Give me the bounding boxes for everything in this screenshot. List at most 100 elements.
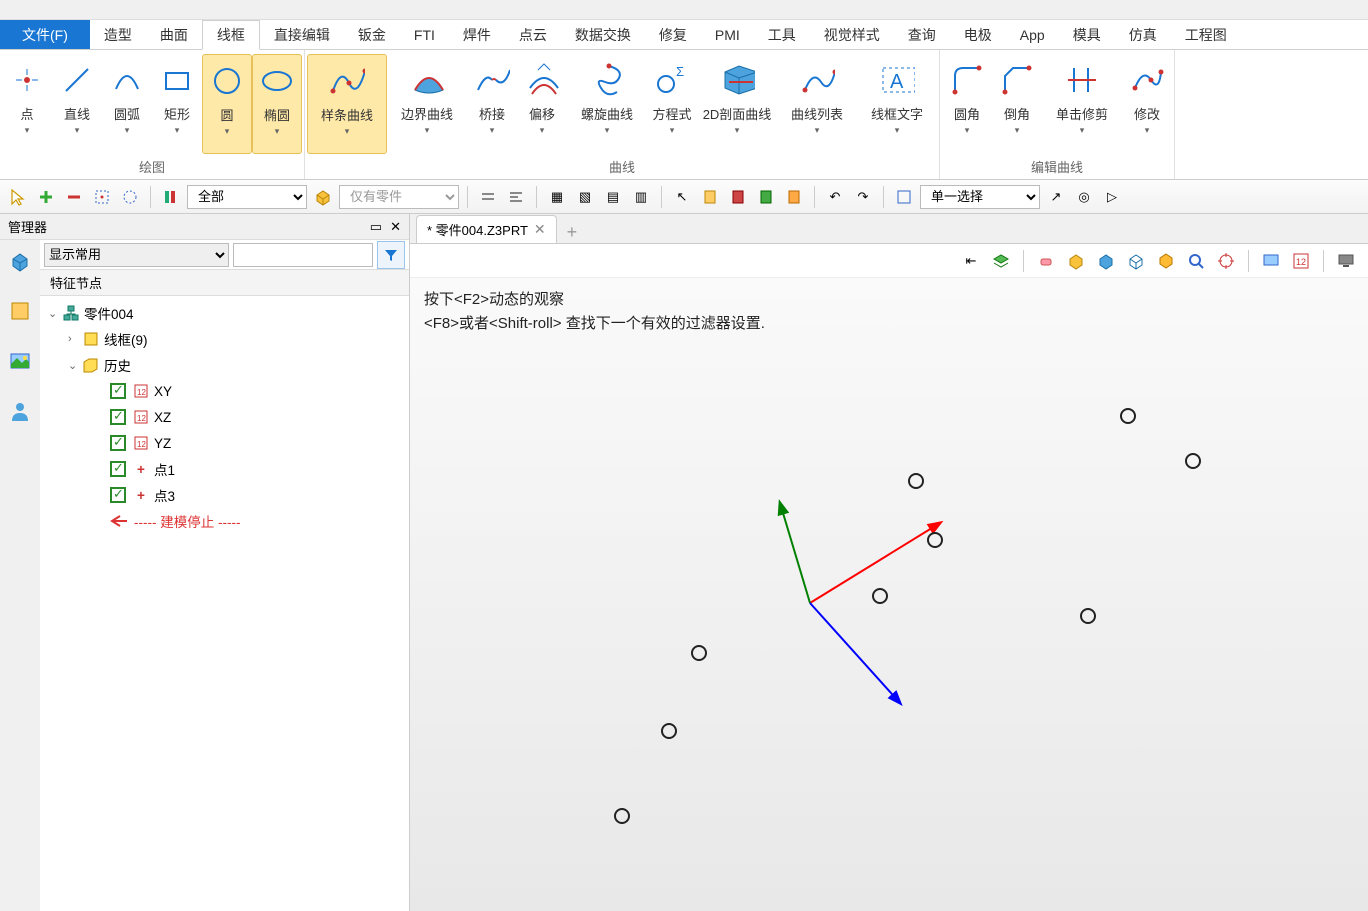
filter-all-select[interactable]: 全部 <box>187 185 307 209</box>
tab-造型[interactable]: 造型 <box>90 20 146 49</box>
minimize-icon[interactable]: ▭ <box>370 219 382 235</box>
vp-monitor[interactable] <box>1334 249 1358 273</box>
vp-screen[interactable] <box>1259 249 1283 273</box>
tree-root[interactable]: ⌄ 零件004 <box>40 300 409 326</box>
add-tool[interactable] <box>34 185 58 209</box>
doc-tab-active[interactable]: * 零件004.Z3PRT ✕ <box>416 215 557 243</box>
vp-target[interactable] <box>1214 249 1238 273</box>
checkbox-icon[interactable] <box>110 461 126 477</box>
ribbon-btn-2D剖面曲线[interactable]: 2D剖面曲线 ▾ <box>697 54 777 154</box>
scene-point-5[interactable] <box>661 723 677 739</box>
scene-point-8[interactable] <box>1080 608 1096 624</box>
doc-tool-3[interactable] <box>754 185 778 209</box>
scene-point-7[interactable] <box>908 473 924 489</box>
tree-plane-XZ[interactable]: 12 XZ <box>40 404 409 430</box>
side-tab-model[interactable] <box>5 246 35 276</box>
ribbon-btn-点[interactable]: 点 ▾ <box>2 54 52 154</box>
tab-电极[interactable]: 电极 <box>950 20 1006 49</box>
ribbon-btn-偏移[interactable]: 偏移 ▾ <box>517 54 567 154</box>
tab-App[interactable]: App <box>1006 20 1059 49</box>
tree-wireframe[interactable]: › 线框(9) <box>40 326 409 352</box>
vp-solid[interactable] <box>1064 249 1088 273</box>
select-mode[interactable]: 单一选择 <box>920 185 1040 209</box>
tree-history[interactable]: ⌄ 历史 <box>40 352 409 378</box>
tab-线框[interactable]: 线框 <box>202 20 260 50</box>
ribbon-btn-圆[interactable]: 圆 ▾ <box>202 54 252 154</box>
ribbon-btn-修改[interactable]: 修改 ▾ <box>1122 54 1172 154</box>
align-tool-2[interactable] <box>504 185 528 209</box>
tab-工具[interactable]: 工具 <box>754 20 810 49</box>
scene-point-4[interactable] <box>691 645 707 661</box>
tab-file[interactable]: 文件(F) <box>0 20 90 49</box>
tree-plane-YZ[interactable]: 12 YZ <box>40 430 409 456</box>
ribbon-btn-圆角[interactable]: 圆角 ▾ <box>942 54 992 154</box>
vp-eraser[interactable] <box>1034 249 1058 273</box>
ribbon-btn-边界曲线[interactable]: 边界曲线 ▾ <box>387 54 467 154</box>
vp-numbered[interactable]: 12 <box>1289 249 1313 273</box>
ribbon-btn-圆弧[interactable]: 圆弧 ▾ <box>102 54 152 154</box>
close-icon[interactable]: ✕ <box>390 219 401 235</box>
tree-plane-XY[interactable]: 12 XY <box>40 378 409 404</box>
ribbon-btn-直线[interactable]: 直线 ▾ <box>52 54 102 154</box>
scene-point-3[interactable] <box>872 588 888 604</box>
tab-工程图[interactable]: 工程图 <box>1171 20 1241 49</box>
ribbon-btn-螺旋曲线[interactable]: 螺旋曲线 ▾ <box>567 54 647 154</box>
scene-point-0[interactable] <box>1120 408 1136 424</box>
scene-point-2[interactable] <box>927 532 943 548</box>
side-tab-sheet[interactable] <box>5 296 35 326</box>
doc-tool-2[interactable] <box>726 185 750 209</box>
pointer-tool[interactable]: ↖ <box>670 185 694 209</box>
misc-tool-4[interactable]: ▥ <box>629 185 653 209</box>
tab-修复[interactable]: 修复 <box>645 20 701 49</box>
tab-直接编辑[interactable]: 直接编辑 <box>260 20 344 49</box>
play-tool[interactable]: ▷ <box>1100 185 1124 209</box>
pick-tool[interactable]: ↗ <box>1044 185 1068 209</box>
display-mode-select[interactable]: 显示常用 <box>44 243 229 267</box>
filter-icon[interactable] <box>377 241 405 269</box>
scene-point-1[interactable] <box>1185 453 1201 469</box>
doc-tool-4[interactable] <box>782 185 806 209</box>
doc-tool-1[interactable] <box>698 185 722 209</box>
ribbon-btn-样条曲线[interactable]: 样条曲线 ▾ <box>307 54 387 154</box>
tab-曲面[interactable]: 曲面 <box>146 20 202 49</box>
tab-PMI[interactable]: PMI <box>701 20 754 49</box>
doc-tab-close[interactable]: ✕ <box>534 221 546 238</box>
vp-hex[interactable] <box>1154 249 1178 273</box>
tab-焊件[interactable]: 焊件 <box>449 20 505 49</box>
rect-select[interactable] <box>892 185 916 209</box>
history-fwd[interactable]: ↷ <box>851 185 875 209</box>
misc-tool-3[interactable]: ▤ <box>601 185 625 209</box>
history-back[interactable]: ↶ <box>823 185 847 209</box>
vp-layers[interactable] <box>989 249 1013 273</box>
ribbon-btn-倒角[interactable]: 倒角 ▾ <box>992 54 1042 154</box>
ribbon-btn-曲线列表[interactable]: 曲线列表 ▾ <box>777 54 857 154</box>
tree-search[interactable] <box>233 243 373 267</box>
cursor-tool[interactable] <box>6 185 30 209</box>
dotted-circle-tool[interactable] <box>118 185 142 209</box>
ribbon-btn-矩形[interactable]: 矩形 ▾ <box>152 54 202 154</box>
misc-tool-2[interactable]: ▧ <box>573 185 597 209</box>
checkbox-icon[interactable] <box>110 409 126 425</box>
add-tab-button[interactable]: + <box>557 222 588 243</box>
vp-wire[interactable] <box>1124 249 1148 273</box>
target-tool[interactable]: ◎ <box>1072 185 1096 209</box>
ribbon-btn-线框文字[interactable]: A 线框文字 ▾ <box>857 54 937 154</box>
align-tool-1[interactable] <box>476 185 500 209</box>
tab-仿真[interactable]: 仿真 <box>1115 20 1171 49</box>
vp-zoom[interactable] <box>1184 249 1208 273</box>
tab-模具[interactable]: 模具 <box>1059 20 1115 49</box>
filter-parts-select[interactable]: 仅有零件 <box>339 185 459 209</box>
tab-查询[interactable]: 查询 <box>894 20 950 49</box>
scene-point-6[interactable] <box>614 808 630 824</box>
layers-tool[interactable] <box>159 185 183 209</box>
tab-视觉样式[interactable]: 视觉样式 <box>810 20 894 49</box>
remove-tool[interactable] <box>62 185 86 209</box>
ribbon-btn-椭圆[interactable]: 椭圆 ▾ <box>252 54 302 154</box>
checkbox-icon[interactable] <box>110 383 126 399</box>
checkbox-icon[interactable] <box>110 435 126 451</box>
side-tab-user[interactable] <box>5 396 35 426</box>
tab-钣金[interactable]: 钣金 <box>344 20 400 49</box>
vp-exit[interactable]: ⇤ <box>959 249 983 273</box>
tab-点云[interactable]: 点云 <box>505 20 561 49</box>
box-tool[interactable] <box>311 185 335 209</box>
